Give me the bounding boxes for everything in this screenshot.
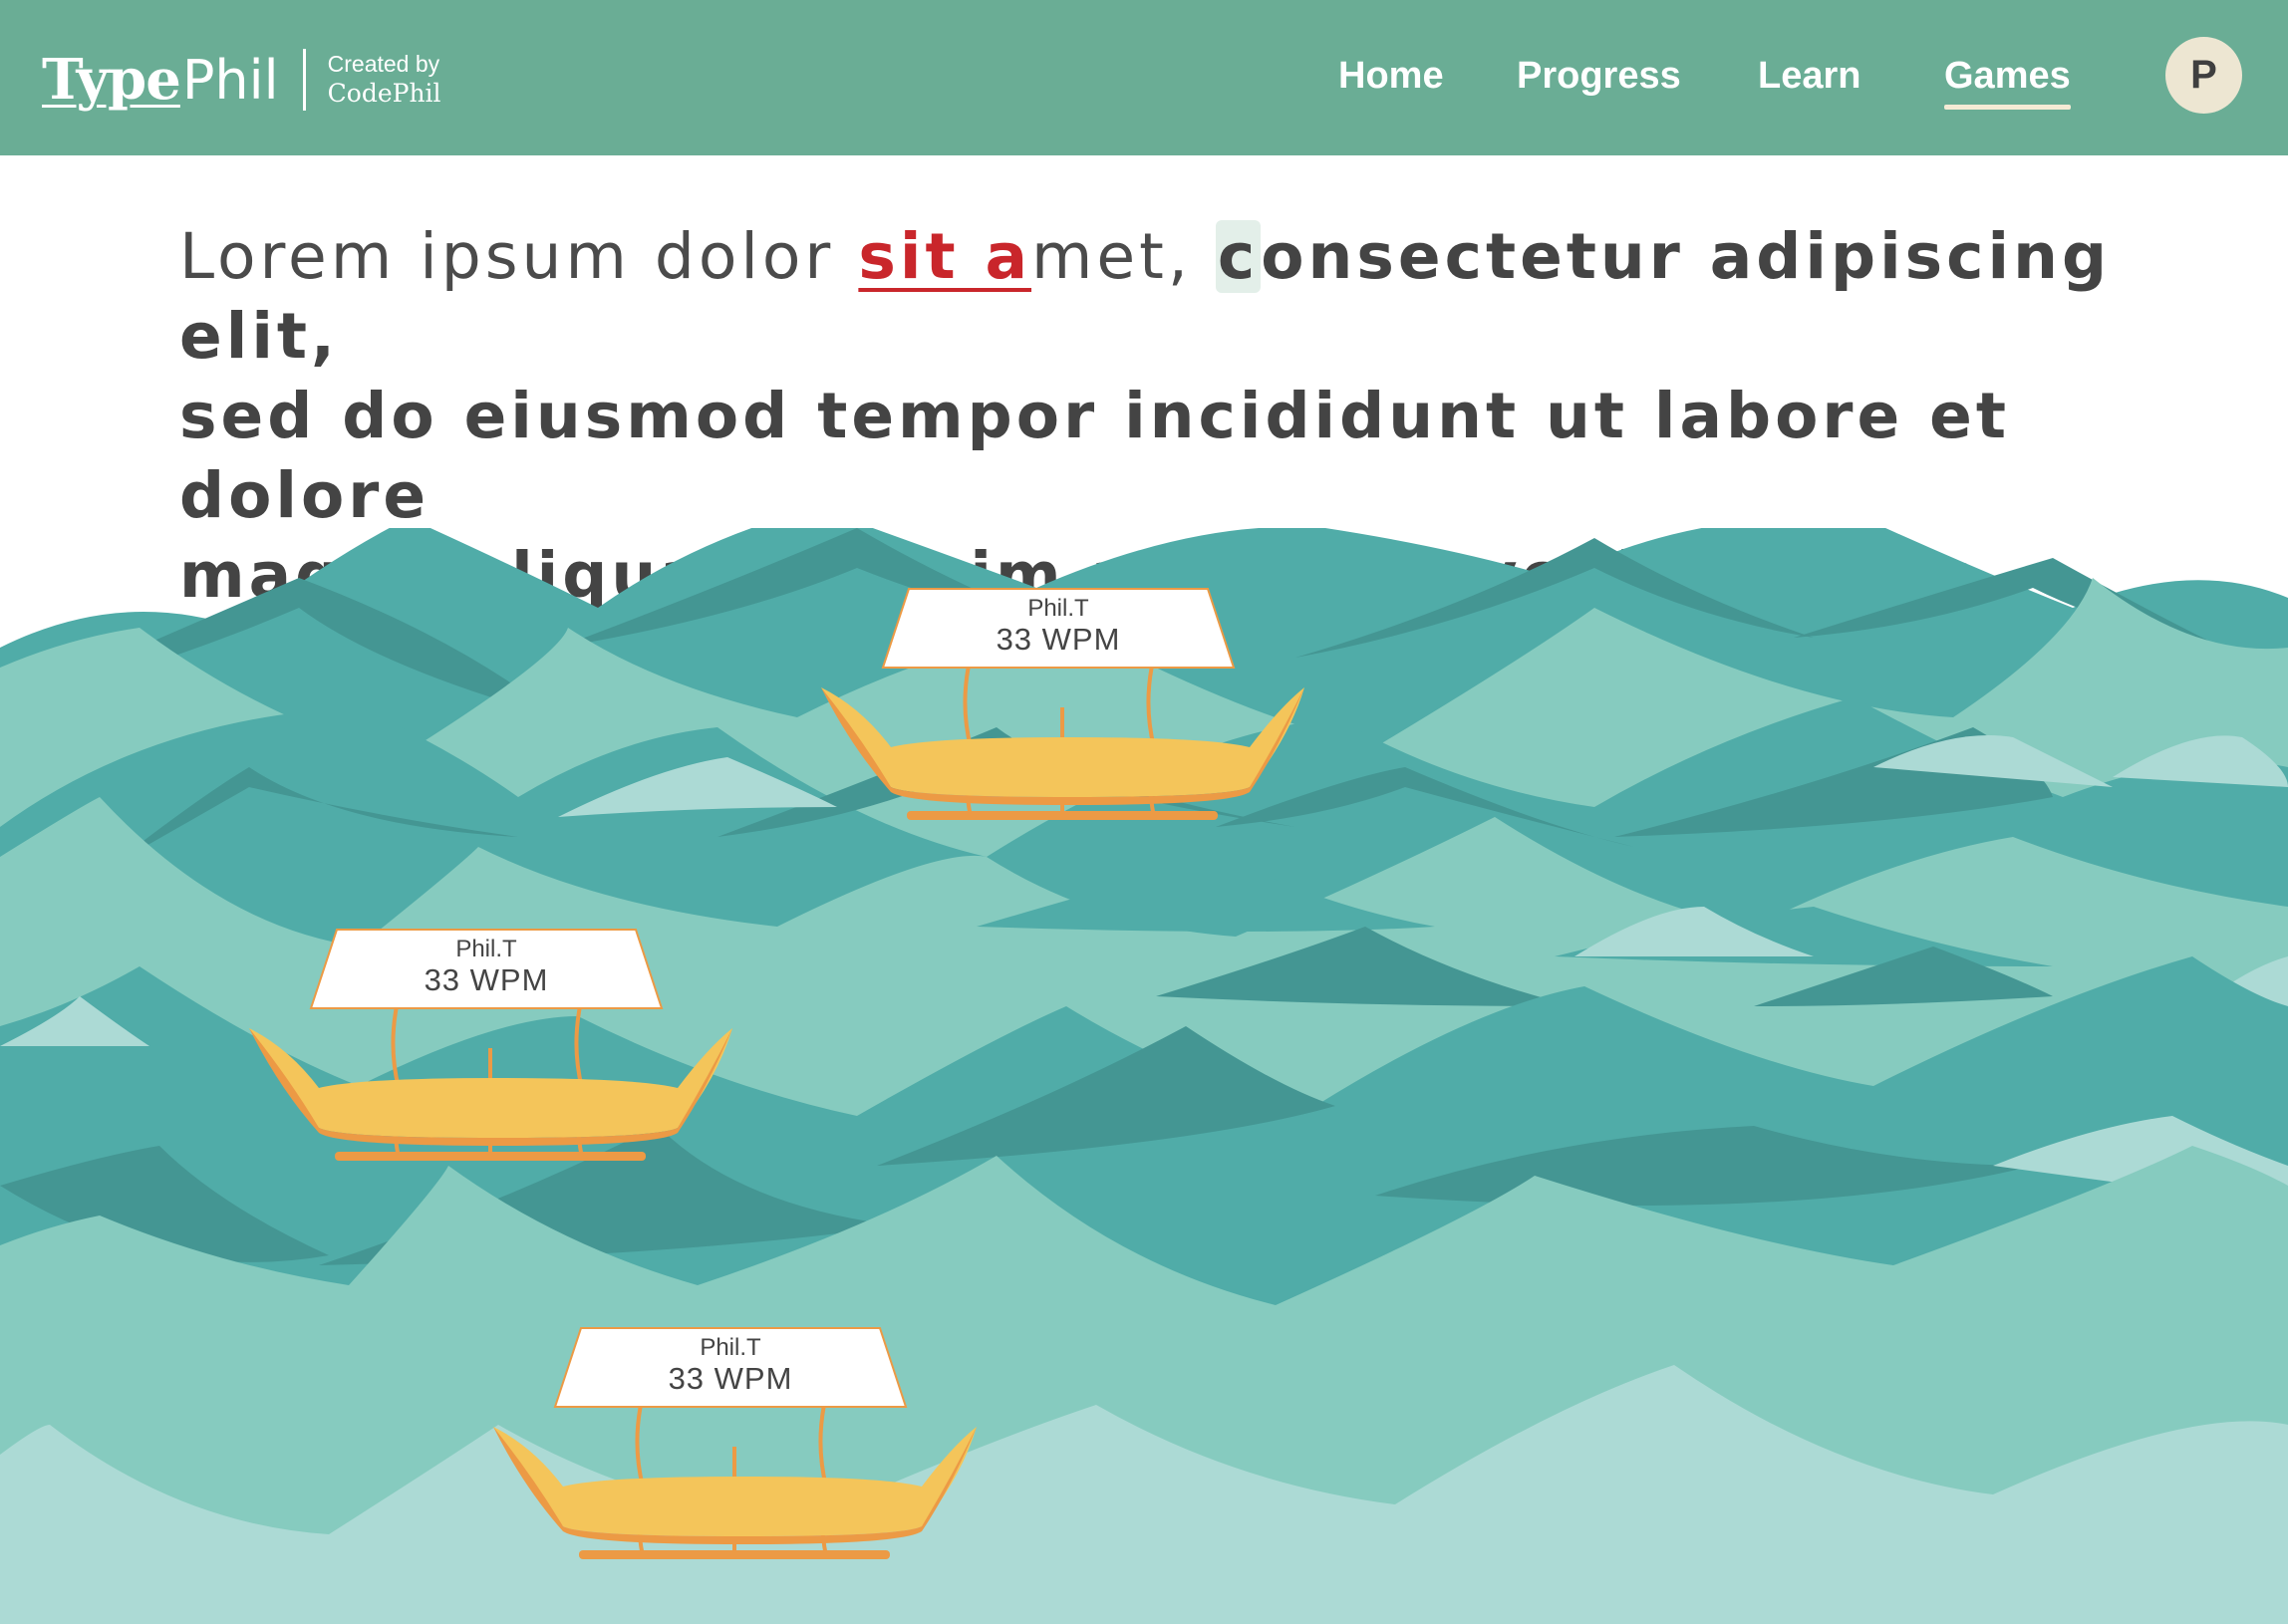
typed-text-after-error: met, bbox=[1031, 220, 1216, 293]
racer-boat-1: Phil.T 33 WPM bbox=[821, 588, 1319, 837]
typed-text: Lorem ipsum dolor bbox=[179, 220, 859, 293]
logo-type-text: Type bbox=[42, 47, 181, 113]
current-character-cursor: c bbox=[1215, 220, 1262, 293]
typephil-logo[interactable]: Type Phil Created by CodePhil bbox=[42, 40, 441, 120]
racer-boat-3: Phil.T 33 WPM bbox=[493, 1327, 992, 1576]
top-navigation-bar: Type Phil Created by CodePhil Home Progr… bbox=[0, 0, 2288, 155]
boat-hull bbox=[249, 1008, 732, 1161]
ocean-race-track: Phil.T 33 WPM Phil.T 33 WPM Phil.T 33 WP… bbox=[0, 508, 2288, 1624]
nav-games-link-active[interactable]: Games bbox=[1944, 46, 2071, 110]
logo-phil-text: Phil bbox=[181, 48, 279, 112]
logo-divider bbox=[302, 49, 306, 111]
racer-wpm: 33 WPM bbox=[668, 1361, 793, 1396]
typing-error-text: sit a bbox=[858, 220, 1032, 293]
racer-boat-2: Phil.T 33 WPM bbox=[249, 929, 747, 1178]
racer-wpm: 33 WPM bbox=[424, 962, 549, 997]
user-avatar[interactable]: P bbox=[2165, 37, 2242, 114]
logo-credit: Created by CodePhil bbox=[328, 51, 441, 109]
typing-race-game: Type Phil Created by CodePhil Home Progr… bbox=[0, 0, 2288, 1624]
nav-home-link[interactable]: Home bbox=[1338, 46, 1444, 106]
nav-progress-link[interactable]: Progress bbox=[1517, 46, 1681, 106]
nav-learn-link[interactable]: Learn bbox=[1758, 46, 1860, 106]
racer-name: Phil.T bbox=[1027, 595, 1089, 622]
logo-credit-line: Created by bbox=[327, 51, 440, 78]
racer-name: Phil.T bbox=[700, 1334, 761, 1361]
logo-credit-name: CodePhil bbox=[327, 78, 441, 108]
boat-hull bbox=[493, 1407, 977, 1559]
racer-wpm: 33 WPM bbox=[996, 622, 1121, 657]
remaining-text-line-2: sed do eiusmod tempor incididunt ut labo… bbox=[179, 380, 2010, 532]
boat-hull bbox=[821, 668, 1304, 820]
racer-name: Phil.T bbox=[455, 936, 517, 962]
